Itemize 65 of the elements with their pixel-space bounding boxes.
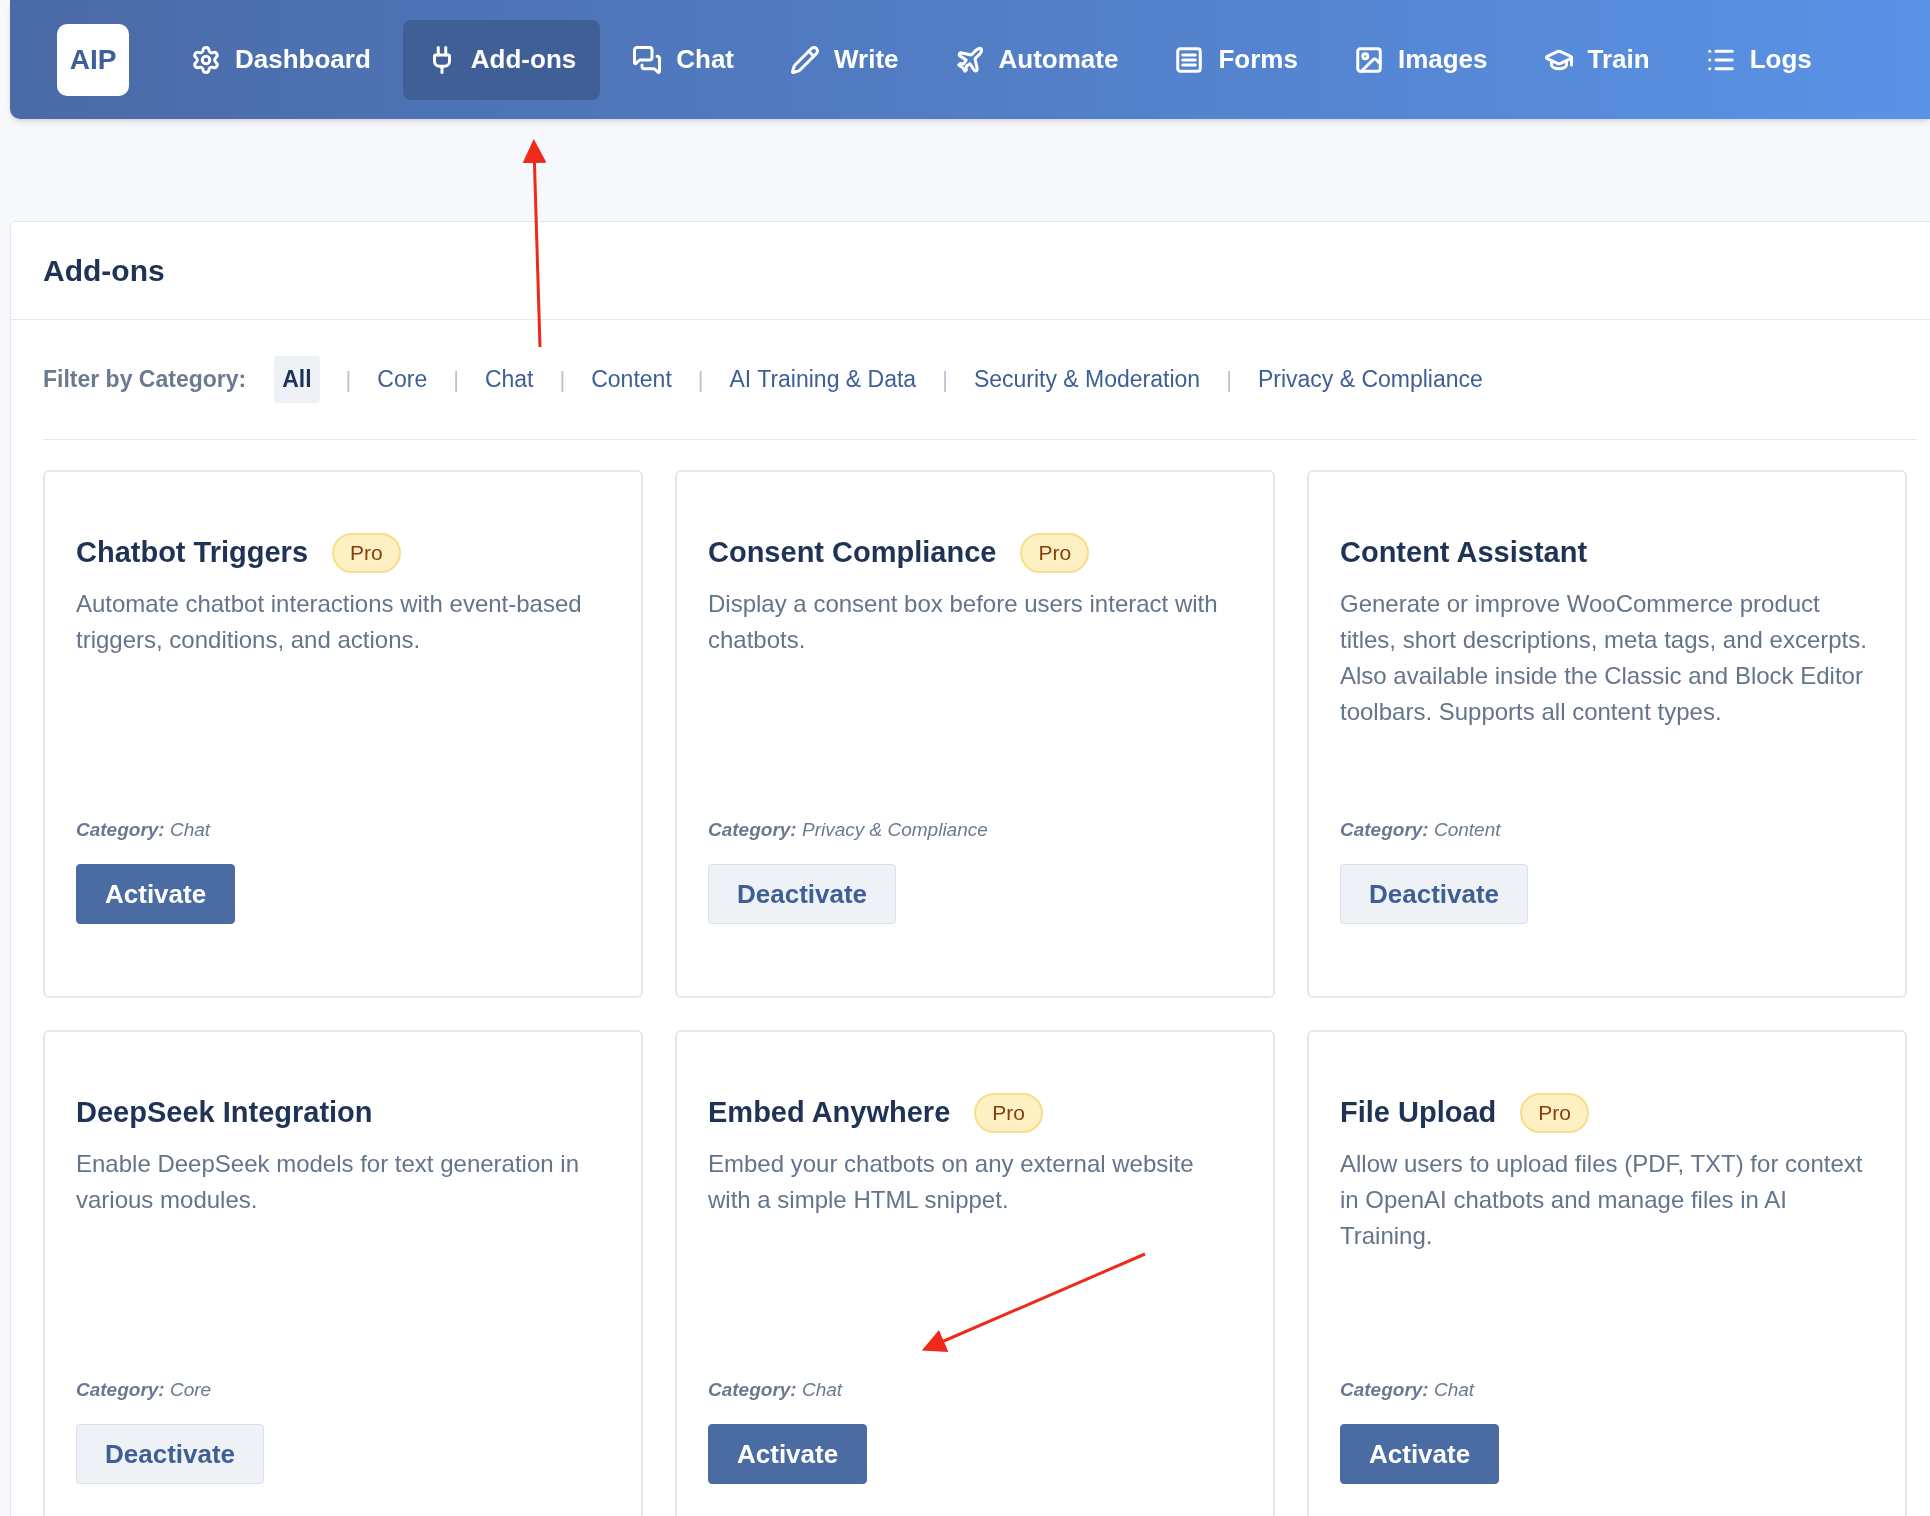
nav-tab[interactable]: Write xyxy=(766,19,923,100)
toggle-button[interactable]: Activate xyxy=(708,1424,868,1484)
nav-tab[interactable]: Images xyxy=(1329,19,1512,100)
addon-title: DeepSeek Integration xyxy=(76,1095,373,1131)
filter-label: Filter by Category: xyxy=(43,365,247,395)
addon-title: Chatbot Triggers xyxy=(76,535,308,571)
category-value: Chat xyxy=(801,1378,843,1400)
filter-option[interactable]: Chat xyxy=(484,362,534,397)
toggle-button[interactable]: Deactivate xyxy=(76,1424,265,1484)
gear-icon xyxy=(191,44,221,75)
pencil-icon xyxy=(790,44,820,75)
page-title: Add-ons xyxy=(43,253,165,289)
addon-title: Content Assistant xyxy=(1340,535,1588,571)
nav-tab[interactable]: Add-ons xyxy=(402,19,601,100)
addon-description: Automate chatbot interactions with event-based triggers, conditions, and actions. xyxy=(76,589,583,655)
form-icon xyxy=(1174,44,1205,75)
filter-option[interactable]: Security & Moderation xyxy=(973,362,1201,397)
filter-option[interactable]: Content xyxy=(591,362,672,397)
speech-bubbles-icon xyxy=(632,44,663,75)
addon-description: Allow users to upload files (PDF, TXT) for context in OpenAI chatbots and manage files in AI Training. xyxy=(1340,1149,1864,1251)
nav-tab[interactable]: Dashboard xyxy=(167,19,395,100)
logo[interactable]: AIP xyxy=(57,23,129,96)
toggle-button[interactable]: Deactivate xyxy=(708,864,897,924)
toggle-button[interactable]: Activate xyxy=(76,864,236,924)
nav-tab[interactable]: Logs xyxy=(1681,19,1836,100)
addon-description: Embed your chatbots on any external website with a simple HTML snippet. xyxy=(708,1149,1195,1215)
addon-description: Display a consent box before users interact with chatbots. xyxy=(708,589,1219,655)
pro-badge: Pro xyxy=(332,533,401,573)
addon-description: Enable DeepSeek models for text generation in various modules. xyxy=(76,1149,580,1215)
pro-badge: Pro xyxy=(1520,1093,1589,1133)
category-label: Category: xyxy=(1340,818,1429,840)
addon-title: File Upload xyxy=(1340,1095,1497,1131)
filter-option[interactable]: All xyxy=(274,356,320,403)
nav-tab[interactable]: Forms xyxy=(1150,19,1322,100)
filter-option[interactable]: Core xyxy=(377,362,428,397)
addon-title: Consent Compliance xyxy=(708,535,997,571)
nav-tab[interactable]: Train xyxy=(1519,19,1674,100)
category-value: Privacy & Compliance xyxy=(801,818,988,840)
category-value: Chat xyxy=(169,818,211,840)
category-label: Category: xyxy=(1340,1378,1429,1400)
category-value: Content xyxy=(1433,818,1501,840)
plane-icon xyxy=(954,44,985,75)
category-value: Core xyxy=(169,1378,212,1400)
toggle-button[interactable]: Activate xyxy=(1340,1424,1500,1484)
category-label: Category: xyxy=(76,1378,165,1400)
category-label: Category: xyxy=(708,1378,797,1400)
filter-option[interactable]: Privacy & Compliance xyxy=(1257,362,1483,397)
category-value: Chat xyxy=(1433,1378,1475,1400)
filter-option[interactable]: AI Training & Data xyxy=(729,362,917,397)
nav-tab[interactable]: Automate xyxy=(930,19,1143,100)
image-icon xyxy=(1353,44,1384,75)
pro-badge: Pro xyxy=(974,1093,1043,1133)
nav-tab[interactable]: Chat xyxy=(608,19,758,100)
separator: | xyxy=(453,366,459,394)
toggle-button[interactable]: Deactivate xyxy=(1340,864,1529,924)
separator: | xyxy=(559,366,566,394)
separator: | xyxy=(345,366,352,394)
category-label: Category: xyxy=(708,818,797,840)
separator: | xyxy=(1226,366,1232,394)
separator: | xyxy=(697,366,704,394)
category-label: Category: xyxy=(76,818,165,840)
addon-title: Embed Anywhere xyxy=(708,1095,951,1131)
separator: | xyxy=(942,366,948,394)
addon-description: Generate or improve WooCommerce product titles, short descriptions, meta tags, and excerpts. Also available inside the Classic and Block Editor toolbars. Supports all content types. xyxy=(1340,589,1868,727)
pro-badge: Pro xyxy=(1020,533,1090,573)
